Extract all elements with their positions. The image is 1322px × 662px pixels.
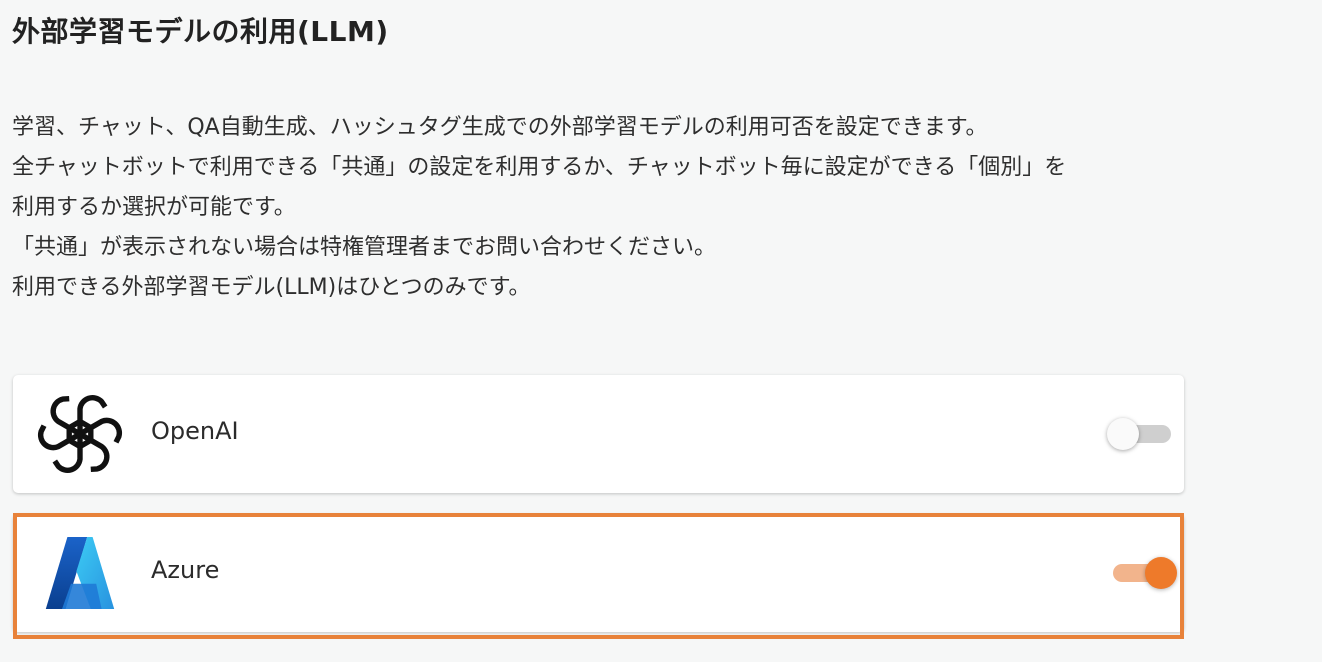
description-line: 全チャットボットで利用できる「共通」の設定を利用するか、チャットボット毎に設定が… (12, 155, 1067, 180)
description: 学習、チャット、QA自動生成、ハッシュタグ生成での外部学習モデルの利用可否を設定… (12, 108, 1312, 308)
llm-settings-page: 外部学習モデルの利用(LLM) 学習、チャット、QA自動生成、ハッシュタグ生成で… (0, 0, 1322, 662)
azure-toggle[interactable] (1107, 556, 1177, 590)
provider-card-openai: OpenAI (13, 375, 1184, 493)
description-line: 「共通」が表示されない場合は特権管理者までお問い合わせください。 (12, 235, 717, 260)
toggle-thumb[interactable] (1145, 557, 1177, 589)
provider-card-azure: Azure (13, 514, 1184, 632)
page-title: 外部学習モデルの利用(LLM) (12, 15, 389, 48)
openai-logo-icon (35, 389, 125, 479)
description-line: 学習、チャット、QA自動生成、ハッシュタグ生成での外部学習モデルの利用可否を設定… (12, 115, 988, 140)
azure-logo-icon (45, 537, 115, 609)
toggle-thumb[interactable] (1107, 418, 1139, 450)
description-line: 利用できる外部学習モデル(LLM)はひとつのみです。 (12, 275, 531, 300)
provider-name-openai: OpenAI (151, 417, 239, 445)
description-line: 利用するか選択が可能です。 (12, 195, 296, 220)
openai-toggle[interactable] (1107, 417, 1177, 451)
provider-name-azure: Azure (151, 556, 220, 584)
